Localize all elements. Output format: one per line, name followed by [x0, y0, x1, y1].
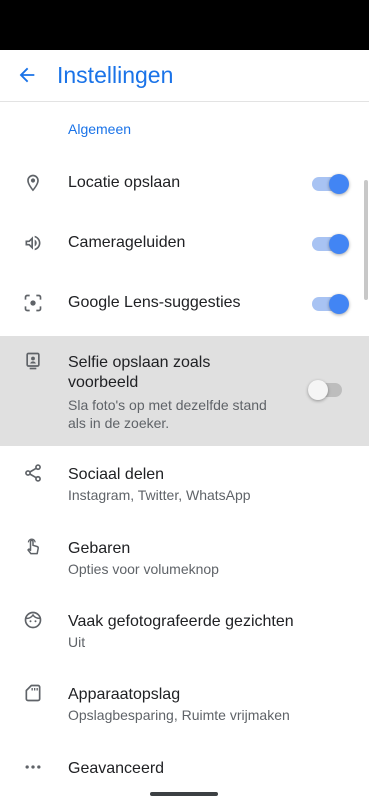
selfie-portrait-icon [22, 350, 44, 372]
app-bar: Instellingen [0, 50, 369, 102]
setting-lens-suggestions[interactable]: Google Lens-suggesties [0, 280, 369, 326]
section-header: Algemeen [68, 121, 132, 137]
setting-subtitle: Opties voor volumeknop [68, 561, 219, 577]
more-horiz-icon [22, 756, 44, 778]
share-icon [22, 462, 44, 484]
setting-subtitle-line2: als in de zoeker. [68, 415, 170, 431]
camera-sounds-toggle[interactable] [312, 234, 349, 254]
lens-toggle[interactable] [312, 294, 349, 314]
page-title: Instellingen [57, 62, 174, 88]
setting-title: Apparaatopslag [68, 686, 181, 703]
navigation-bar [0, 780, 369, 800]
gesture-hand-icon [22, 536, 44, 558]
setting-location[interactable]: Locatie opslaan [0, 160, 369, 206]
location-toggle[interactable] [312, 174, 349, 194]
setting-subtitle: Uit [68, 634, 86, 650]
scrollbar[interactable] [364, 180, 368, 300]
sd-card-icon [22, 682, 44, 704]
selfie-mirror-toggle[interactable] [308, 380, 344, 400]
setting-device-storage[interactable]: Apparaatopslag Opslagbesparing, Ruimte v… [0, 676, 369, 732]
face-icon [22, 609, 44, 631]
setting-subtitle: Instagram, Twitter, WhatsApp [68, 487, 251, 503]
location-pin-icon [22, 172, 44, 194]
setting-subtitle-line1: Sla foto's op met dezelfde stand [68, 397, 267, 413]
setting-selfie-mirror[interactable]: Selfie opslaan zoals voorbeeld Sla foto'… [0, 336, 369, 446]
setting-title: Camerageluiden [68, 234, 186, 251]
home-handle[interactable] [150, 792, 218, 796]
setting-frequent-faces[interactable]: Vaak gefotografeerde gezichten Uit [0, 603, 369, 659]
setting-gestures[interactable]: Gebaren Opties voor volumeknop [0, 530, 369, 586]
arrow-back-icon [19, 67, 35, 83]
setting-title: Gebaren [68, 540, 131, 557]
setting-subtitle: Opslagbesparing, Ruimte vrijmaken [68, 707, 290, 723]
status-bar [0, 0, 369, 50]
setting-title: Geavanceerd [68, 760, 165, 777]
settings-screen: Instellingen Algemeen Locatie opslaan Ca… [0, 0, 369, 800]
setting-social-sharing[interactable]: Sociaal delen Instagram, Twitter, WhatsA… [0, 456, 369, 512]
volume-icon [22, 232, 44, 254]
lens-icon [22, 292, 44, 314]
setting-title: Google Lens-suggesties [68, 294, 241, 311]
setting-advanced[interactable]: Geavanceerd [0, 750, 369, 782]
setting-title: Locatie opslaan [68, 174, 181, 191]
setting-title-line1: Selfie opslaan zoals [68, 354, 211, 371]
setting-title-line2: voorbeeld [68, 374, 139, 391]
setting-title: Sociaal delen [68, 466, 165, 483]
setting-title: Vaak gefotografeerde gezichten [68, 613, 294, 630]
back-button[interactable] [12, 60, 42, 90]
setting-camera-sounds[interactable]: Camerageluiden [0, 220, 369, 266]
